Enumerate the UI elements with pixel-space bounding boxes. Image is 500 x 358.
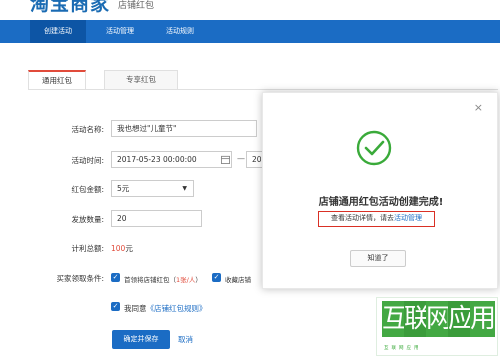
- cond1-highlight: 1张/人: [176, 276, 196, 284]
- activity-name-label: 活动名称:: [71, 125, 104, 134]
- tab-exclusive-redpacket[interactable]: 专享红包: [104, 70, 178, 90]
- dialog-hint: 查看活动详情，请去活动管理: [318, 211, 435, 227]
- total-amount-unit: 元: [125, 244, 133, 253]
- count-input[interactable]: 20: [111, 210, 202, 227]
- app-header: 淘宝商家 店铺红包: [0, 0, 500, 20]
- condition-1-label: 首领将店铺红包（1张/人）: [124, 274, 202, 284]
- watermark-char: 用: [470, 301, 496, 337]
- nav-activity-management[interactable]: 活动管理: [92, 20, 148, 43]
- caret-down-icon: ▼: [182, 185, 187, 192]
- total-label: 计利总额:: [71, 244, 104, 253]
- condition-2-checkbox[interactable]: ✓: [212, 273, 221, 282]
- tab-divider: [28, 89, 498, 90]
- dialog-title: 店铺通用红包活动创建完成!: [318, 197, 444, 208]
- amount-select[interactable]: 5元 ▼: [111, 180, 194, 197]
- start-time-input[interactable]: 2017-05-23 00:00:00: [111, 151, 232, 168]
- close-icon[interactable]: ×: [474, 101, 483, 114]
- brand-subtitle: 店铺红包: [118, 1, 155, 11]
- count-label: 发放数量:: [71, 215, 104, 224]
- main-nav: 创建活动 活动管理 活动规则: [0, 20, 500, 43]
- rules-link[interactable]: 《店铺红包规则》: [147, 304, 207, 313]
- agree-checkbox[interactable]: ✓: [111, 302, 120, 311]
- brand-logo: 淘宝商家: [30, 0, 111, 15]
- cond1-prefix: 首领将店铺红包（: [124, 276, 176, 284]
- amount-label: 红包金额:: [71, 185, 104, 194]
- total-amount-value: 100: [111, 244, 126, 253]
- tab-general-redpacket[interactable]: 通用红包: [28, 70, 86, 90]
- nav-activity-rules[interactable]: 活动规则: [152, 20, 208, 43]
- calendar-icon[interactable]: [221, 155, 230, 164]
- save-button[interactable]: 确定并保存: [112, 330, 170, 349]
- watermark-chars: 互 联 网 应 用: [382, 301, 496, 341]
- cond1-suffix: ）: [195, 276, 202, 284]
- condition-2-label: 收藏店铺: [225, 276, 251, 284]
- activity-time-label: 活动时间:: [71, 156, 104, 165]
- agree-prefix: 我同意: [124, 304, 147, 313]
- nav-create-activity[interactable]: 创建活动: [30, 20, 86, 43]
- time-range-dash: —: [237, 154, 245, 163]
- hint-text: 查看活动详情，请去: [331, 214, 394, 222]
- check-circle-icon: [356, 130, 392, 166]
- condition-1-checkbox[interactable]: ✓: [111, 273, 120, 282]
- start-time-value: 2017-05-23 00:00:00: [117, 155, 197, 164]
- amount-value: 5元: [117, 184, 130, 193]
- agree-label: 我同意《店铺红包规则》: [124, 303, 207, 314]
- total-amount: 100元: [111, 243, 133, 254]
- condition-label: 买家领取条件:: [56, 274, 104, 283]
- ok-button[interactable]: 知道了: [350, 250, 406, 267]
- watermark-logo: 互 联 网 应 用 互联网应用: [376, 297, 498, 356]
- success-dialog: × 店铺通用红包活动创建完成! 查看活动详情，请去活动管理 知道了: [262, 92, 498, 289]
- cancel-link[interactable]: 取消: [178, 334, 193, 345]
- activity-management-link[interactable]: 活动管理: [394, 214, 422, 222]
- activity-name-input[interactable]: 我也想过"儿童节": [111, 120, 257, 137]
- watermark-subtext: 互联网应用: [384, 346, 422, 351]
